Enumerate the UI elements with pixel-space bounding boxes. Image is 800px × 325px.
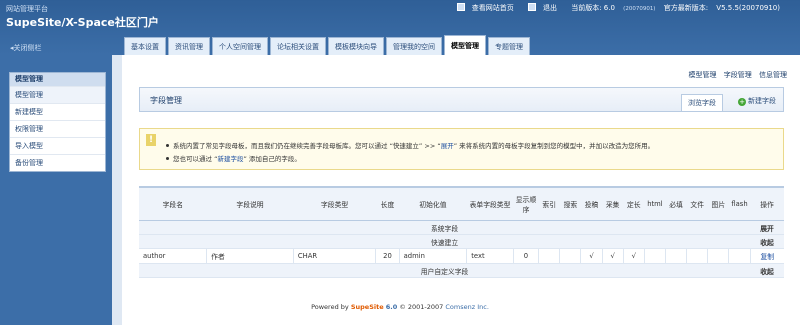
col-search: 搜索 (559, 186, 581, 221)
col-file: 文件 (686, 186, 708, 221)
collapse-sidebar-button[interactable]: ◂关闭侧栏 (10, 43, 42, 53)
sidebar-item-backup[interactable]: 备份管理 (10, 154, 105, 171)
init-value-cell: admin (398, 248, 467, 264)
logout-link[interactable]: 退出 (522, 3, 557, 12)
index-cell (538, 248, 560, 264)
col-field-desc: 字段说明 (206, 186, 294, 221)
sidebar-item-new-model[interactable]: 新建模型 (10, 103, 105, 120)
view-site-link[interactable]: 查看网站首页 (451, 3, 514, 12)
col-collect: 采集 (602, 186, 624, 221)
info-icon: ! (146, 134, 156, 146)
tab-forum-settings[interactable]: 论坛相关设置 (270, 37, 326, 55)
col-image: 图片 (707, 186, 729, 221)
footer-powered: Powered by (311, 303, 349, 311)
col-field-name: 字段名 (139, 186, 207, 221)
tab-model-management[interactable]: 模型管理 (444, 35, 486, 55)
footer-version: 6.0 (385, 303, 398, 311)
latest-version[interactable]: V5.5.5(20070910) (716, 4, 780, 12)
top-links: 查看网站首页 退出 当前版本: 6.0 (20070901) 官方最新版本: V… (445, 3, 780, 13)
order-cell: 0 (512, 248, 539, 264)
col-form-type: 表单字段类型 (466, 186, 514, 221)
section-row-quick: 快速建立 收起 (139, 234, 784, 249)
footer-company[interactable]: Comsenz Inc. (445, 303, 489, 311)
expand-button[interactable]: 展开 (750, 220, 784, 235)
col-contribute: 投稿 (580, 186, 603, 221)
col-init-value: 初始化值 (399, 186, 467, 221)
brand-title: SupeSite/X-Space社区门户 (6, 16, 159, 29)
tab-template-wizard[interactable]: 模板模块向导 (328, 37, 384, 55)
tab-basic-settings[interactable]: 基本设置 (124, 37, 166, 55)
tab-news[interactable]: 资讯管理 (168, 37, 210, 55)
section-label: 系统字段 (139, 220, 751, 235)
form-type-cell: text (466, 248, 514, 264)
footer-brand[interactable]: SupeSite (351, 303, 384, 311)
collapse-button[interactable]: 收起 (750, 263, 784, 278)
collect-cell: √ (601, 248, 624, 264)
table-header-row: 字段名 字段说明 字段类型 长度 初始化值 表单字段类型 显示顺序 索引 搜索 … (139, 186, 784, 221)
new-field-link[interactable]: 新建字段 (217, 155, 243, 163)
sidebar-item-import-model[interactable]: 导入模型 (10, 137, 105, 154)
col-flash: flash (728, 186, 751, 221)
copy-button[interactable]: 复制 (749, 248, 784, 264)
field-type-cell: CHAR (292, 248, 376, 264)
platform-title: 网站管理平台 (6, 5, 48, 13)
logout-icon (527, 3, 536, 11)
sidebar-menu: 模型管理 模型管理 新建模型 权限管理 导入模型 备份管理 (9, 72, 106, 172)
tip-line-2: 您也可以通过 “新建字段” 添加自己的字段。 (166, 153, 301, 163)
col-order: 显示顺序 (513, 186, 539, 221)
sidebar-item-model-management[interactable]: 模型管理 (10, 86, 105, 103)
sublink-field-management[interactable]: 字段管理 (724, 71, 752, 79)
length-cell: 20 (375, 248, 400, 264)
col-fixed: 定长 (623, 186, 645, 221)
col-length: 长度 (375, 186, 400, 221)
sub-links: 模型管理 字段管理 信息管理 (684, 70, 787, 80)
current-version: 当前版本: 6.0 (20070901) (571, 4, 656, 12)
collapse-button[interactable]: 收起 (750, 234, 784, 249)
required-cell (664, 248, 687, 264)
section-row-custom: 用户自定义字段 收起 (139, 263, 784, 278)
col-index: 索引 (538, 186, 560, 221)
col-field-type: 字段类型 (293, 186, 376, 221)
new-field-button[interactable]: + 新建字段 (735, 95, 779, 108)
html-cell (643, 248, 666, 264)
latest-version-label: 官方最新版本: (663, 4, 709, 12)
search-cell (559, 248, 581, 264)
fields-table: 字段名 字段说明 字段类型 长度 初始化值 表单字段类型 显示顺序 索引 搜索 … (139, 186, 784, 278)
file-cell (686, 248, 708, 264)
sidebar-item-permissions[interactable]: 权限管理 (10, 120, 105, 137)
image-cell (707, 248, 729, 264)
sidebar-title: 模型管理 (10, 73, 105, 86)
col-html: html (644, 186, 666, 221)
home-icon (456, 3, 465, 11)
flash-cell (728, 248, 751, 264)
col-action: 操作 (750, 186, 784, 221)
section-header: 字段管理 浏览字段 + 新建字段 (139, 87, 784, 112)
tip-box: ! 系统内置了常见字段母板，而且我们仍在继续完善字段母板库。您可以通过 “快速建… (139, 128, 784, 170)
sublink-model-management[interactable]: 模型管理 (689, 71, 717, 79)
tip-line-1: 系统内置了常见字段母板，而且我们仍在继续完善字段母板库。您可以通过 “快速建立”… (166, 140, 654, 150)
section-label: 快速建立 (139, 234, 751, 249)
section-title: 字段管理 (150, 96, 182, 105)
main-tabs: 基本设置 资讯管理 个人空间管理 论坛相关设置 模板模块向导 管理我的空间 模型… (124, 35, 532, 55)
expand-link[interactable]: 展开 (441, 142, 454, 150)
browse-fields-button[interactable]: 浏览字段 (681, 94, 723, 111)
table-row: author 作者 CHAR 20 admin text 0 √ √ √ 复制 (139, 248, 784, 264)
field-desc-cell: 作者 (206, 248, 294, 264)
sidebar-divider (112, 55, 122, 325)
footer: Powered by SupeSite 6.0 © 2001-2007 Coms… (0, 303, 800, 311)
tab-personal-space[interactable]: 个人空间管理 (212, 37, 268, 55)
fixed-cell: √ (622, 248, 645, 264)
plus-icon: + (738, 98, 746, 106)
sublink-info-management[interactable]: 信息管理 (759, 71, 787, 79)
contribute-cell: √ (580, 248, 603, 264)
footer-copyright: © 2001-2007 (399, 303, 444, 311)
field-name-cell: author (139, 248, 207, 264)
tab-topics[interactable]: 专题管理 (488, 37, 530, 55)
col-required: 必填 (665, 186, 687, 221)
tab-my-space[interactable]: 管理我的空间 (386, 37, 442, 55)
section-label: 用户自定义字段 (139, 263, 751, 278)
section-row-system: 系统字段 展开 (139, 220, 784, 235)
